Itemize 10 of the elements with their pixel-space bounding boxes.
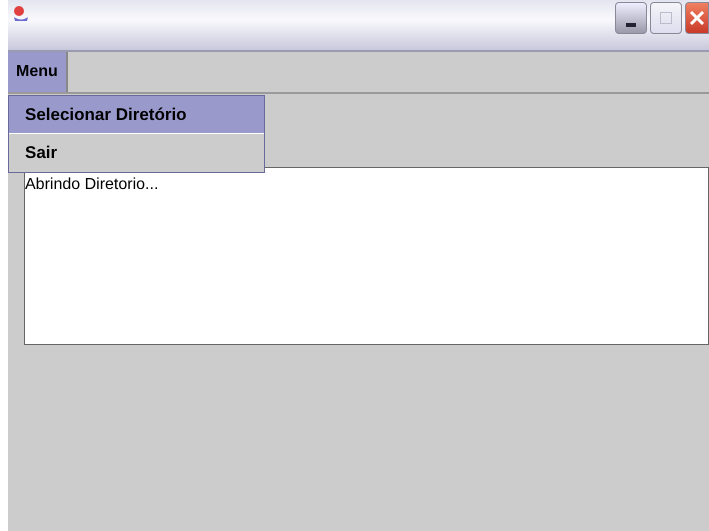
minimize-icon [626,23,636,27]
close-button[interactable] [685,2,709,34]
maximize-icon [660,12,672,24]
log-text: Abrindo Diretorio... [25,176,158,194]
text-area[interactable]: Abrindo Diretorio... [24,167,709,345]
app-icon [11,4,31,24]
menu-option[interactable]: Selecionar Diretório [9,96,264,134]
menu-item[interactable]: Menu [8,52,68,92]
minimize-button[interactable] [615,2,647,34]
close-icon [690,11,704,25]
